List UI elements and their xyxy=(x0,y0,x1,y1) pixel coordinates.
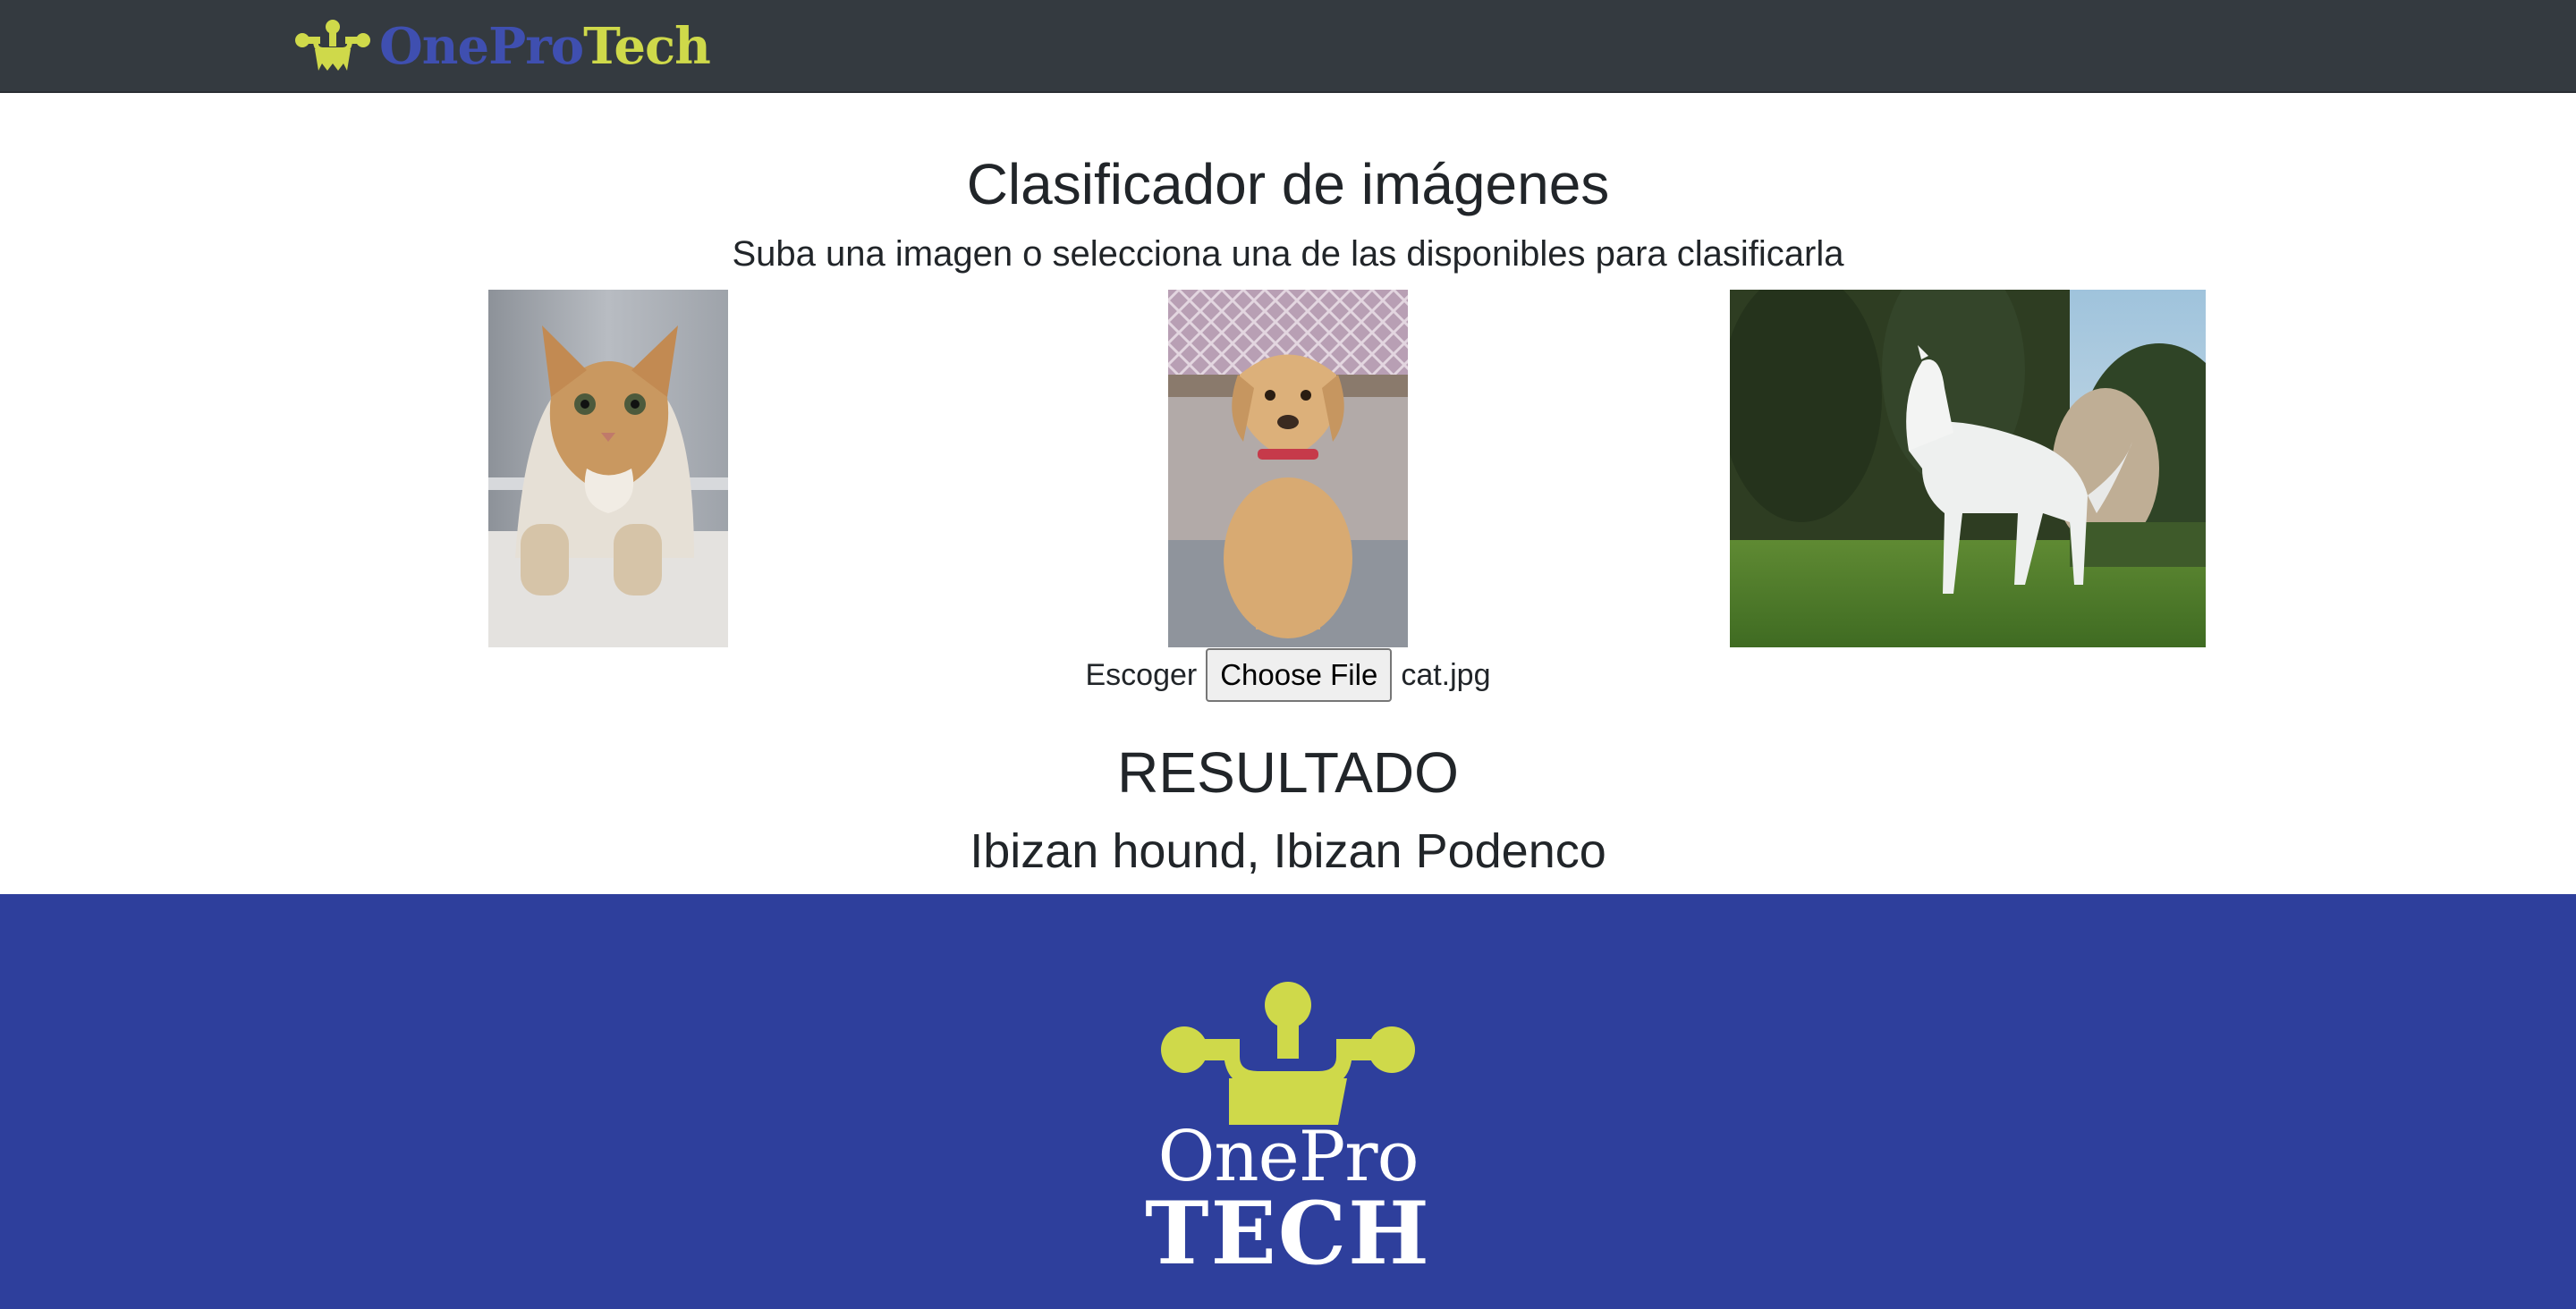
footer-wordmark: OnePro TECH xyxy=(1109,1117,1467,1284)
sample-image-dog[interactable] xyxy=(1168,290,1408,647)
choose-file-button[interactable]: Choose File xyxy=(1206,648,1393,702)
sample-image-cat[interactable] xyxy=(488,290,728,647)
footer: OnePro TECH xyxy=(0,894,2576,1309)
footer-wordmark-line1: OnePro xyxy=(1157,1117,1419,1197)
upload-label: Escoger xyxy=(1085,657,1198,692)
page-title: Clasificador de imágenes xyxy=(966,152,1610,216)
page-subtitle: Suba una imagen o selecciona una de las … xyxy=(732,234,1844,274)
brand-wordmark-tech: Tech xyxy=(583,17,711,76)
circuit-tree-icon xyxy=(295,20,370,71)
sample-image-horse[interactable] xyxy=(1730,290,2206,647)
result-value: Ibizan hound, Ibizan Podenco xyxy=(970,824,1606,878)
top-navbar: OneProTech xyxy=(0,0,2576,93)
upload-row: Escoger Choose File cat.jpg xyxy=(0,647,2576,703)
cat-photo xyxy=(488,290,728,647)
footer-wordmark-line2: TECH xyxy=(1145,1183,1431,1284)
result-heading: RESULTADO xyxy=(1117,740,1459,805)
brand-wordmark: OneProTech xyxy=(379,16,711,77)
brand-link[interactable]: OneProTech xyxy=(293,16,711,77)
selected-file-name: cat.jpg xyxy=(1401,657,1491,692)
horse-photo xyxy=(1730,290,2206,647)
brand-wordmark-onepro: OnePro xyxy=(379,17,584,76)
dog-photo xyxy=(1168,290,1408,647)
